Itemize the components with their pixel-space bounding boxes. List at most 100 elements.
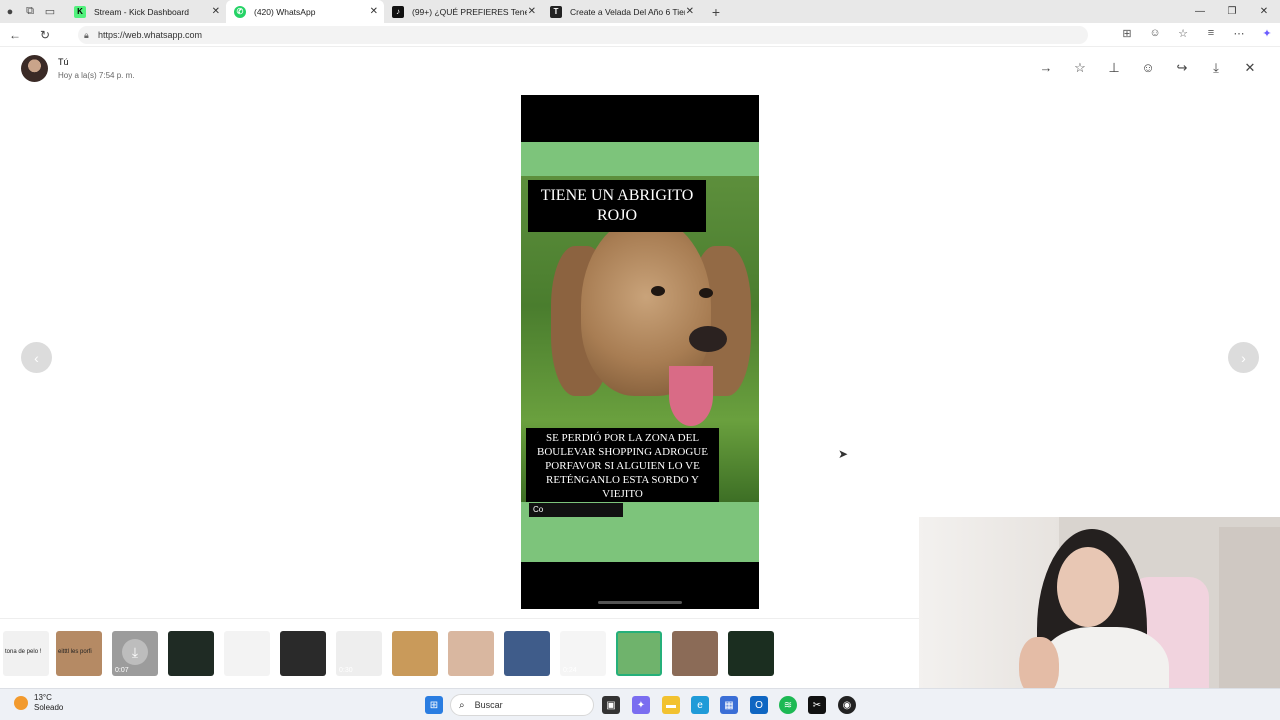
file-explorer-icon[interactable]: ▬ (662, 696, 680, 714)
tab-label: (99+) ¿QUÉ PREFIERES Tener el coc (412, 6, 527, 17)
media-title: TIENE UN ABRIGITO ROJO (528, 180, 706, 232)
media-viewer-header: Tú Hoy a la(s) 7:54 p. m. → ☆ ⊥ ☺ ↪ ⤓ ✕ (0, 50, 1280, 88)
kick-icon: K (74, 5, 86, 18)
reload-icon[interactable]: ↻ (30, 28, 60, 42)
url-text: https://web.whatsapp.com (98, 30, 203, 40)
dog-tongue (669, 366, 713, 426)
avatar[interactable] (21, 55, 48, 82)
tab-tiktok[interactable]: ♪ (99+) ¿QUÉ PREFIERES Tener el coc ✕ (384, 0, 542, 23)
edge-browser-icon[interactable]: e (691, 696, 709, 714)
media-scrub-bar (598, 601, 682, 604)
maximize-icon[interactable]: ❐ (1216, 0, 1248, 23)
favorites-icon[interactable]: ≡ (1202, 27, 1220, 40)
media-thumbnail[interactable] (168, 631, 214, 676)
url-field[interactable]: 🔒︎ https://web.whatsapp.com (78, 26, 1088, 44)
more-icon[interactable]: ⋯ (1230, 27, 1248, 40)
media-thumbnail[interactable] (392, 631, 438, 676)
tiktok-icon: ♪ (392, 5, 404, 18)
search-placeholder: Buscar (474, 700, 503, 710)
mouse-cursor-icon: ➤ (838, 447, 849, 461)
browser-tab-bar: ● ⧉ ▭ K Stream - Kick Dashboard ✕ ✆ (420… (0, 0, 1280, 23)
new-tab-icon[interactable]: + (706, 0, 726, 23)
media-caption: SE PERDIÓ POR LA ZONA DEL BOULEVAR SHOPP… (526, 428, 719, 503)
forward-icon[interactable]: ↪ (1172, 60, 1192, 76)
media-thumbnail[interactable]: 0:24 (560, 631, 606, 676)
message-time: Hoy a la(s) 7:54 p. m. (58, 71, 135, 80)
browser-toolbar-icons: ⊞ ☺ ☆ ≡ ⋯ ✦ (1118, 27, 1276, 40)
star-icon[interactable]: ☆ (1070, 60, 1090, 76)
viewer-actions: → ☆ ⊥ ☺ ↪ ⤓ ✕ (1036, 60, 1260, 76)
video-duration: 0:07 (115, 667, 129, 674)
media-thumbnail[interactable] (280, 631, 326, 676)
tab-actions-icon[interactable]: ▭ (40, 0, 60, 23)
weather-text: 13°C Soleado (34, 693, 63, 713)
profile-icon[interactable]: ● (0, 0, 20, 23)
lock-icon: 🔒︎ (84, 29, 89, 40)
favorite-star-icon[interactable]: ☆ (1174, 27, 1192, 40)
close-icon[interactable]: ✕ (370, 6, 378, 17)
copilot-taskbar-icon[interactable]: ✦ (632, 696, 650, 714)
task-view-icon[interactable]: ▣ (602, 696, 620, 714)
media-thumbnail[interactable]: eitttl les porfi (56, 631, 102, 676)
weather-widget[interactable]: 13°C Soleado (14, 693, 63, 713)
video-duration: 0:30 (339, 667, 353, 674)
whatsapp-icon: ✆ (234, 5, 246, 18)
download-icon[interactable]: ⤓ (1206, 60, 1226, 76)
media-thumbnail[interactable] (504, 631, 550, 676)
media-thumbnail[interactable] (448, 631, 494, 676)
dog-eye (651, 286, 665, 296)
download-icon[interactable]: ⤓ (122, 639, 148, 665)
minimize-icon[interactable]: — (1184, 0, 1216, 23)
green-band-top (521, 142, 759, 176)
go-to-message-icon[interactable]: → (1036, 60, 1056, 76)
tab-label: (420) WhatsApp (254, 6, 316, 17)
react-emoji-icon[interactable]: ☺ (1138, 60, 1158, 76)
windows-start-icon[interactable]: ⊞ (425, 696, 443, 714)
next-media-button[interactable]: › (1228, 342, 1259, 373)
tab-kick[interactable]: K Stream - Kick Dashboard ✕ (66, 0, 226, 23)
tierlist-icon: T (550, 5, 562, 18)
back-icon[interactable]: ← (0, 28, 30, 42)
close-icon[interactable]: ✕ (212, 6, 220, 17)
capcut-icon[interactable]: ✂ (808, 696, 826, 714)
outlook-icon[interactable]: O (750, 696, 768, 714)
thumbnail-text: eitttl les porfi (58, 649, 92, 655)
copilot-icon[interactable]: ✦ (1258, 27, 1276, 40)
weather-desc: Soleado (34, 703, 64, 712)
close-icon[interactable]: ✕ (686, 6, 694, 17)
dog-nose (689, 326, 727, 352)
store-icon[interactable]: ▦ (720, 696, 738, 714)
tab-tierlist[interactable]: T Create a Velada Del Año 6 Tier Lis ✕ (542, 0, 700, 23)
close-window-icon[interactable]: ✕ (1248, 0, 1280, 23)
workspaces-icon[interactable]: ⧉ (20, 0, 40, 23)
media-thumbnail[interactable]: tona de pelo ! (3, 631, 49, 676)
media-thumbnail[interactable] (672, 631, 718, 676)
weather-temp: 13°C (34, 693, 52, 702)
media-thumbnail[interactable]: 0:07 ⤓ (112, 631, 158, 676)
close-icon[interactable]: ✕ (528, 6, 536, 17)
tab-whatsapp[interactable]: ✆ (420) WhatsApp ✕ (226, 0, 384, 23)
redacted-contact: Co (529, 503, 623, 517)
media-thumbnail-strip: tona de pelo ! eitttl les porfi 0:07 ⤓ 0:30 0… (0, 618, 920, 686)
video-duration: 0:24 (563, 667, 577, 674)
read-aloud-icon[interactable]: ☺ (1146, 27, 1164, 40)
media-thumbnail[interactable] (224, 631, 270, 676)
close-icon[interactable]: ✕ (1240, 60, 1260, 76)
app-available-icon[interactable]: ⊞ (1118, 27, 1136, 40)
taskbar-search[interactable]: ⌕ Buscar (450, 694, 594, 716)
media-thumbnail[interactable] (728, 631, 774, 676)
windows-taskbar: 13°C Soleado ⊞ ⌕ Buscar ▣ ✦ ▬ e ▦ O ≋ ✂ … (0, 688, 1280, 720)
media-image: TIENE UN ABRIGITO ROJO SE PERDIÓ POR LA … (521, 95, 759, 609)
media-thumbnail[interactable]: 0:30 (336, 631, 382, 676)
spotify-icon[interactable]: ≋ (779, 696, 797, 714)
address-bar-row: ← ↻ 🔒︎ https://web.whatsapp.com (0, 23, 1280, 47)
media-thumbnail[interactable] (616, 631, 662, 676)
pin-icon[interactable]: ⊥ (1104, 60, 1124, 76)
tab-label: Stream - Kick Dashboard (94, 6, 189, 17)
thumbnail-text: tona de pelo ! (5, 649, 42, 655)
obs-icon[interactable]: ◉ (838, 696, 856, 714)
previous-media-button[interactable]: ‹ (21, 342, 52, 373)
tab-label: Create a Velada Del Año 6 Tier Lis (570, 6, 685, 17)
sun-icon (14, 696, 28, 710)
sender-name: Tú (58, 57, 69, 67)
